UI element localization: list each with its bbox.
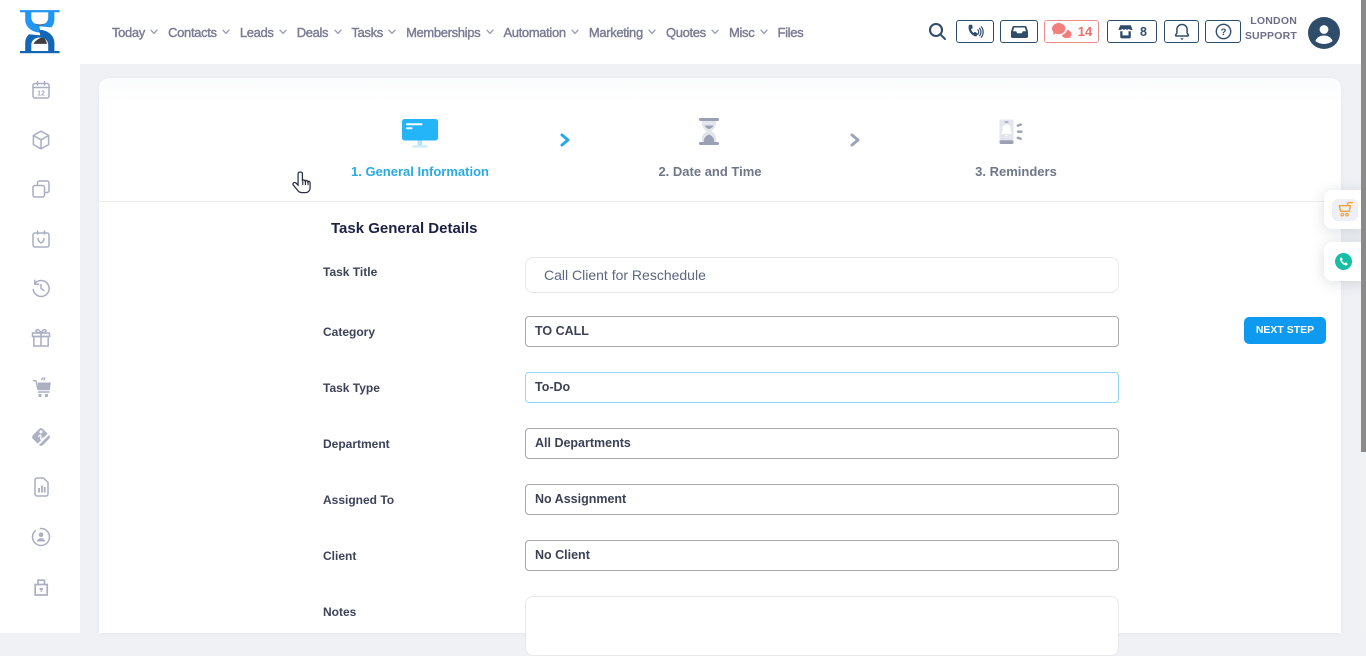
svg-text:12: 12 [37, 91, 45, 98]
